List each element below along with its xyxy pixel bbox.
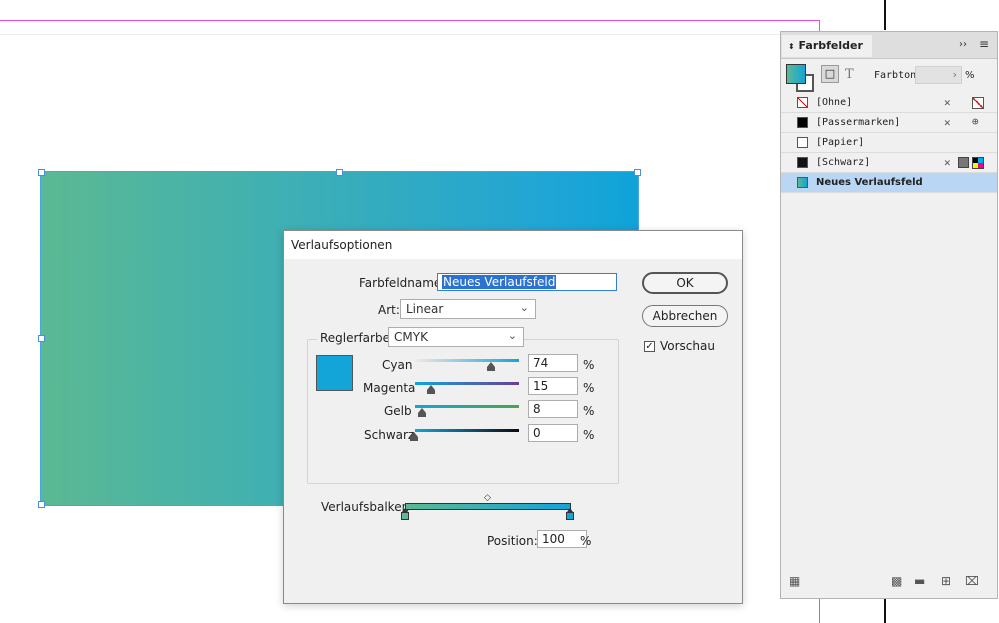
non-editable-icon: ✕ — [944, 96, 951, 109]
gradient-stop-end[interactable] — [566, 512, 574, 520]
gradient-ramp[interactable] — [405, 503, 571, 510]
magenta-slider-thumb-base — [427, 390, 435, 394]
process-color-icon — [958, 157, 969, 168]
black-swatch-icon — [797, 157, 808, 168]
resize-handle-bl[interactable] — [38, 501, 45, 508]
swatch-name: [Passermarken] — [816, 117, 901, 128]
black-input[interactable]: 0 — [528, 424, 578, 442]
fill-box[interactable] — [786, 64, 806, 84]
midpoint-diamond-icon[interactable]: ◇ — [484, 493, 491, 503]
tint-input[interactable]: › — [915, 66, 962, 84]
yellow-label: Gelb — [384, 404, 412, 418]
double-chevron-right-icon[interactable]: ›› — [959, 39, 967, 50]
yellow-slider-thumb-base — [418, 413, 426, 417]
magenta-input[interactable]: 15 — [528, 377, 578, 395]
magenta-unit: % — [583, 381, 595, 395]
preview-label: Vorschau — [660, 339, 715, 353]
black-unit: % — [583, 428, 595, 442]
cyan-unit: % — [583, 358, 595, 372]
swatch-name: Neues Verlaufsfeld — [816, 177, 923, 188]
black-slider-thumb-base — [410, 437, 418, 441]
type-value: Linear — [406, 302, 444, 316]
dialog-title: Verlaufsoptionen — [291, 238, 393, 252]
preview-checkbox[interactable]: ✓ — [644, 341, 655, 352]
type-select[interactable]: Linear ⌄ — [400, 299, 536, 319]
resize-handle-tl[interactable] — [38, 169, 45, 176]
stop-pointer-icon — [567, 508, 573, 512]
cyan-label: Cyan — [382, 358, 413, 372]
position-label: Position: — [487, 534, 538, 548]
show-swatch-kinds-icon[interactable]: ▦ — [789, 574, 800, 588]
type-label: Art: — [378, 303, 400, 317]
swatch-name: [Schwarz] — [816, 157, 871, 168]
swatch-row-none[interactable]: [Ohne] ✕ — [781, 93, 997, 113]
swatches-panel: ⬍ Farbfelder ›› ≡ □ T Farbton: › % [Ohne… — [780, 31, 998, 599]
new-swatch-icon[interactable]: ⊞ — [941, 574, 951, 588]
gradient-swatch-icon — [797, 177, 808, 188]
text-format-icon[interactable]: T — [845, 67, 854, 82]
swatch-name-value: Neues Verlaufsfeld — [442, 275, 557, 289]
resize-handle-tr[interactable] — [634, 169, 641, 176]
swatch-name: [Papier] — [816, 137, 865, 148]
yellow-input[interactable]: 8 — [528, 400, 578, 418]
stop-color-select[interactable]: CMYK ⌄ — [388, 327, 524, 347]
collapse-arrows-icon: ⬍ — [788, 42, 795, 51]
black-label: Schwarz — [364, 428, 415, 442]
trash-icon[interactable]: ⌧ — [965, 574, 979, 588]
yellow-unit: % — [583, 404, 595, 418]
page-edge-line — [884, 0, 886, 30]
panel-menu-icon[interactable]: ≡ — [979, 37, 989, 51]
swatch-row-new-gradient[interactable]: Neues Verlaufsfeld — [781, 173, 997, 193]
swatch-row-registration[interactable]: [Passermarken] ✕ ⊕ — [781, 113, 997, 133]
registration-type-icon: ⊕ — [972, 115, 979, 128]
non-editable-icon: ✕ — [944, 116, 951, 129]
swatch-name-input[interactable]: Neues Verlaufsfeld — [437, 273, 617, 291]
swatch-row-black[interactable]: [Schwarz] ✕ — [781, 153, 997, 173]
gradient-stop-start[interactable] — [401, 512, 409, 520]
container-format-icon[interactable]: □ — [821, 65, 839, 83]
new-group-folder-icon[interactable]: ▬ — [914, 574, 925, 588]
magenta-label: Magenta — [363, 381, 416, 395]
position-unit: % — [580, 534, 592, 548]
chevron-down-icon: ⌄ — [507, 329, 517, 342]
stop-color-value: CMYK — [394, 330, 428, 344]
panel-title: Farbfelder — [798, 39, 863, 52]
swatch-name-label: Farbfeldname: — [359, 276, 446, 290]
registration-swatch-icon — [797, 117, 808, 128]
ramp-label: Verlaufsbalken — [321, 500, 410, 514]
resize-handle-t[interactable] — [336, 169, 343, 176]
page-guide-top — [0, 20, 820, 21]
none-swatch-icon — [797, 97, 808, 108]
cancel-button[interactable]: Abbrechen — [642, 305, 728, 327]
cyan-slider-track[interactable] — [415, 359, 519, 362]
fill-stroke-selector[interactable] — [786, 64, 814, 92]
swatch-views-icon[interactable]: ▩ — [891, 574, 902, 588]
non-editable-icon: ✕ — [944, 156, 951, 169]
stop-pointer-icon — [402, 508, 408, 512]
black-slider-track[interactable] — [415, 429, 519, 432]
yellow-slider-track[interactable] — [415, 405, 519, 408]
chevron-right-icon: › — [952, 68, 957, 81]
margin-guide — [0, 34, 820, 35]
none-type-icon — [972, 97, 984, 109]
cmyk-mode-icon — [972, 157, 984, 169]
stop-color-swatch — [316, 355, 353, 391]
tint-unit: % — [965, 70, 975, 81]
ok-button[interactable]: OK — [642, 272, 728, 294]
stop-color-label: Reglerfarbe: — [317, 331, 398, 345]
gradient-options-dialog: Verlaufsoptionen Farbfeldname: Neues Ver… — [283, 230, 743, 604]
swatch-name: [Ohne] — [816, 97, 853, 108]
resize-handle-l[interactable] — [38, 335, 45, 342]
chevron-down-icon: ⌄ — [519, 301, 529, 314]
paper-swatch-icon — [797, 137, 808, 148]
swatch-row-paper[interactable]: [Papier] — [781, 133, 997, 153]
cyan-slider-thumb-base — [487, 367, 495, 371]
cyan-input[interactable]: 74 — [528, 354, 578, 372]
panel-tab-swatches[interactable]: ⬍ Farbfelder — [782, 35, 872, 57]
